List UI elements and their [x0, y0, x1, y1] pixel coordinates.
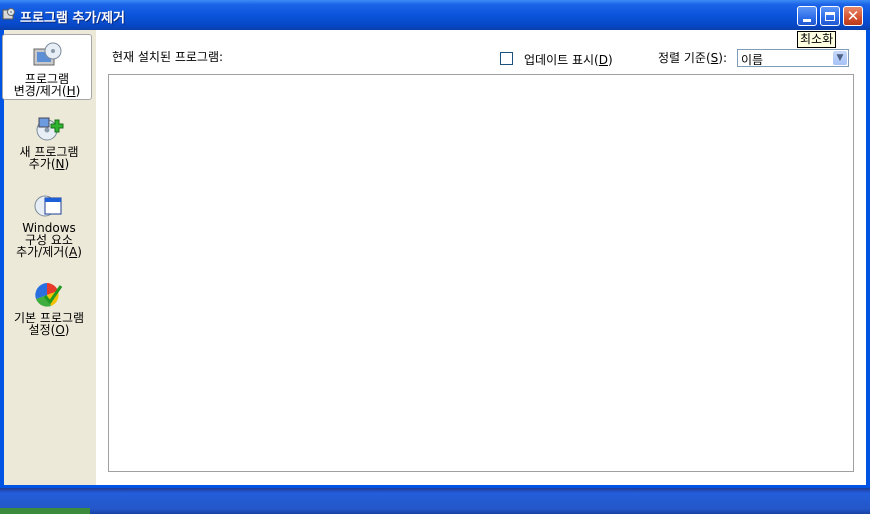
- sidebar-item-label-line2: 설정(O): [28, 323, 70, 337]
- maximize-button[interactable]: [820, 6, 840, 26]
- sidebar-item-label-line2: 추가/제거(A): [16, 245, 82, 259]
- minimize-button[interactable]: [797, 6, 817, 26]
- sidebar-item-default-programs[interactable]: 기본 프로그램 설정(O): [4, 280, 94, 336]
- sort-by-select[interactable]: 이름 ▼: [737, 49, 849, 67]
- start-button[interactable]: [0, 508, 90, 514]
- sort-by-label: 정렬 기준(S):: [658, 51, 728, 65]
- minimize-tooltip: 최소화: [797, 31, 837, 48]
- window-title: 프로그램 추가/제거: [20, 11, 125, 26]
- window-client-area: 프로그램 변경/제거(H) 새 프로그램 추가(N) Windows 구성 요소…: [2, 30, 866, 485]
- close-icon: ✕: [846, 6, 860, 25]
- windows-components-icon: [34, 195, 62, 217]
- add-remove-programs-window: 프로그램 추가/제거 ✕ 최소화 프로그램 변경/제거(H) 새 프로그램 추가…: [0, 0, 870, 488]
- add-remove-programs-icon: [2, 8, 15, 20]
- sidebar-item-label-line2: 변경/제거(H): [13, 84, 81, 98]
- default-programs-icon: [35, 283, 63, 307]
- sort-by-value: 이름: [741, 53, 764, 67]
- sidebar-item-windows-components[interactable]: Windows 구성 요소 추가/제거(A): [4, 190, 94, 258]
- sidebar-item-change-remove-programs[interactable]: 프로그램 변경/제거(H): [2, 34, 92, 100]
- sidebar-item-add-new-programs[interactable]: 새 프로그램 추가(N): [4, 114, 94, 170]
- show-updates-checkbox[interactable]: [500, 52, 513, 65]
- show-updates-label[interactable]: 업데이트 표시(D): [524, 51, 613, 68]
- taskbar: [0, 488, 870, 514]
- maximize-icon: [825, 11, 835, 21]
- installed-programs-list[interactable]: [108, 74, 854, 472]
- close-button[interactable]: ✕: [843, 6, 863, 26]
- sidebar: 프로그램 변경/제거(H) 새 프로그램 추가(N) Windows 구성 요소…: [2, 30, 96, 485]
- title-bar[interactable]: 프로그램 추가/제거 ✕: [0, 0, 870, 30]
- installed-programs-label: 현재 설치된 프로그램:: [112, 50, 224, 64]
- main-panel: 현재 설치된 프로그램: 업데이트 표시(D) 정렬 기준(S): 이름 ▼: [96, 30, 866, 485]
- minimize-icon: [803, 18, 811, 22]
- chevron-down-icon[interactable]: ▼: [833, 51, 847, 65]
- change-remove-programs-icon: [33, 42, 62, 66]
- add-new-programs-icon: [36, 117, 64, 141]
- sidebar-item-label-line2: 추가(N): [28, 157, 70, 171]
